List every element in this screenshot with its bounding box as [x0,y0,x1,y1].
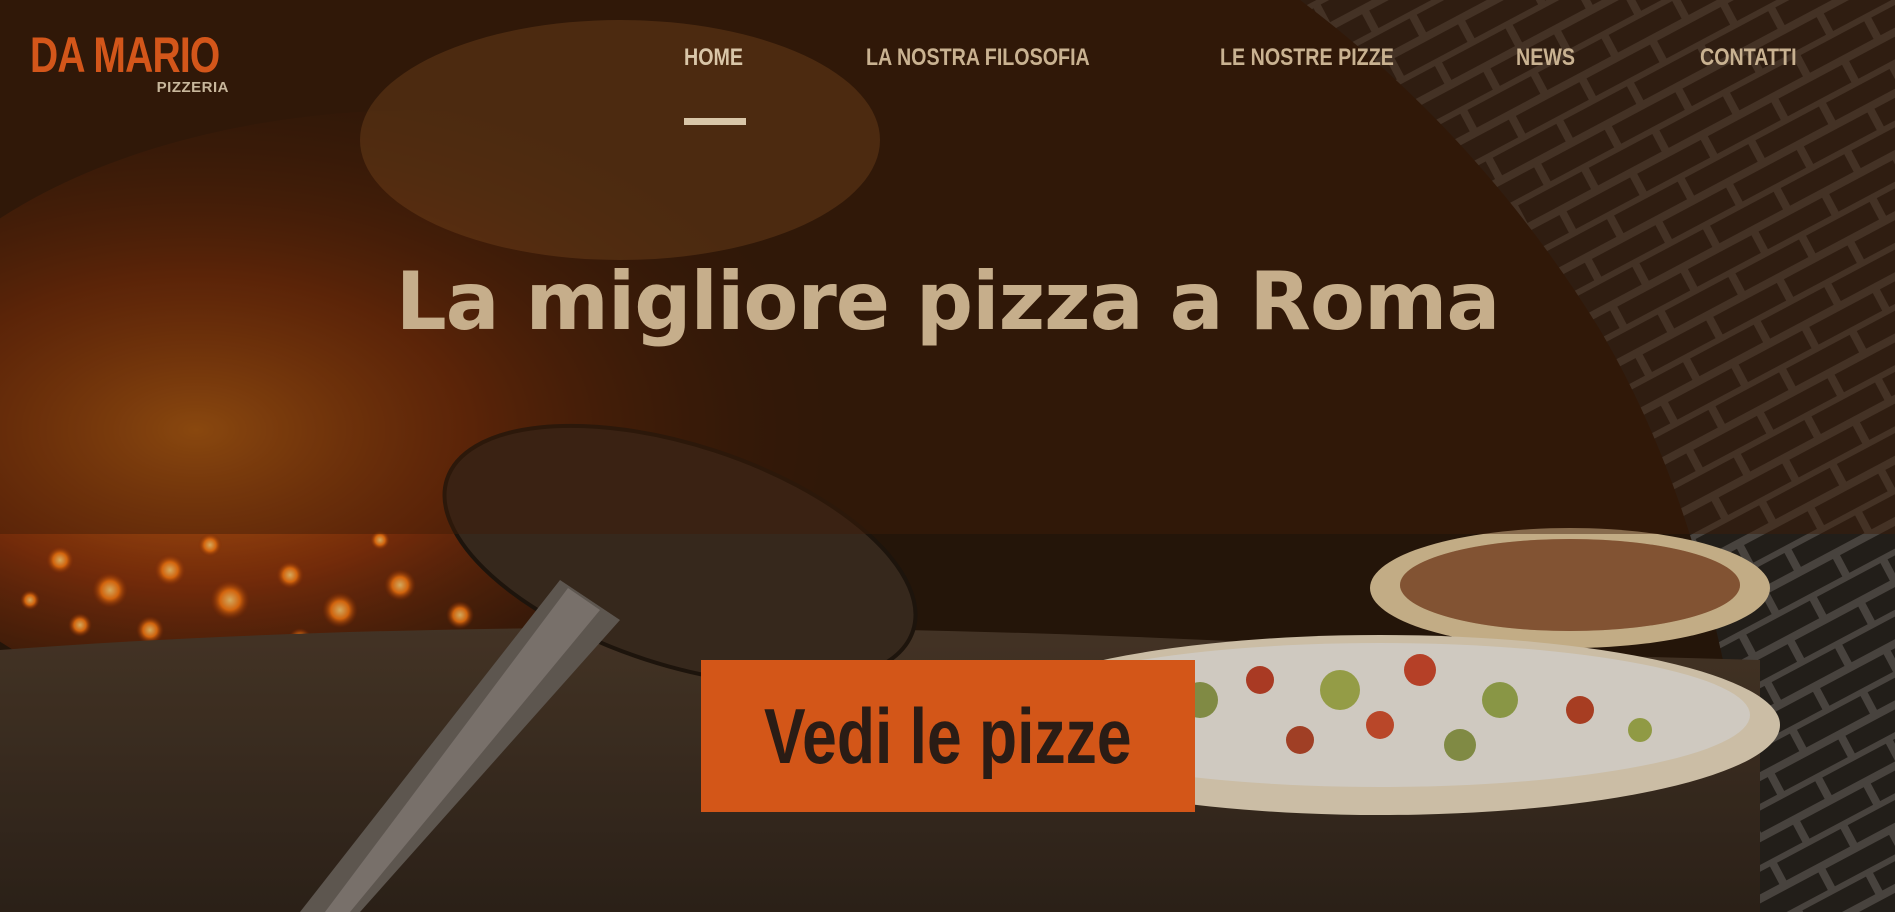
view-pizzas-button-label: Vedi le pizze [764,692,1132,780]
nav-active-underline [684,118,746,125]
nav-item-news[interactable]: NEWS [1516,42,1575,74]
nav-item-home[interactable]: HOME [684,42,743,74]
nav-item-la-nostra-filosofia[interactable]: LA NOSTRA FILOSOFIA [866,42,1090,74]
nav-item-contatti[interactable]: CONTATTI [1700,42,1797,74]
hero-headline: La migliore pizza a Roma [395,255,1501,348]
main-nav: HOME LA NOSTRA FILOSOFIA LE NOSTRE PIZZE… [0,42,1895,125]
nav-item-le-nostre-pizze[interactable]: LE NOSTRE PIZZE [1220,42,1394,74]
view-pizzas-button[interactable]: Vedi le pizze [701,660,1195,812]
logo-subtitle: PIZZERIA [156,79,229,96]
